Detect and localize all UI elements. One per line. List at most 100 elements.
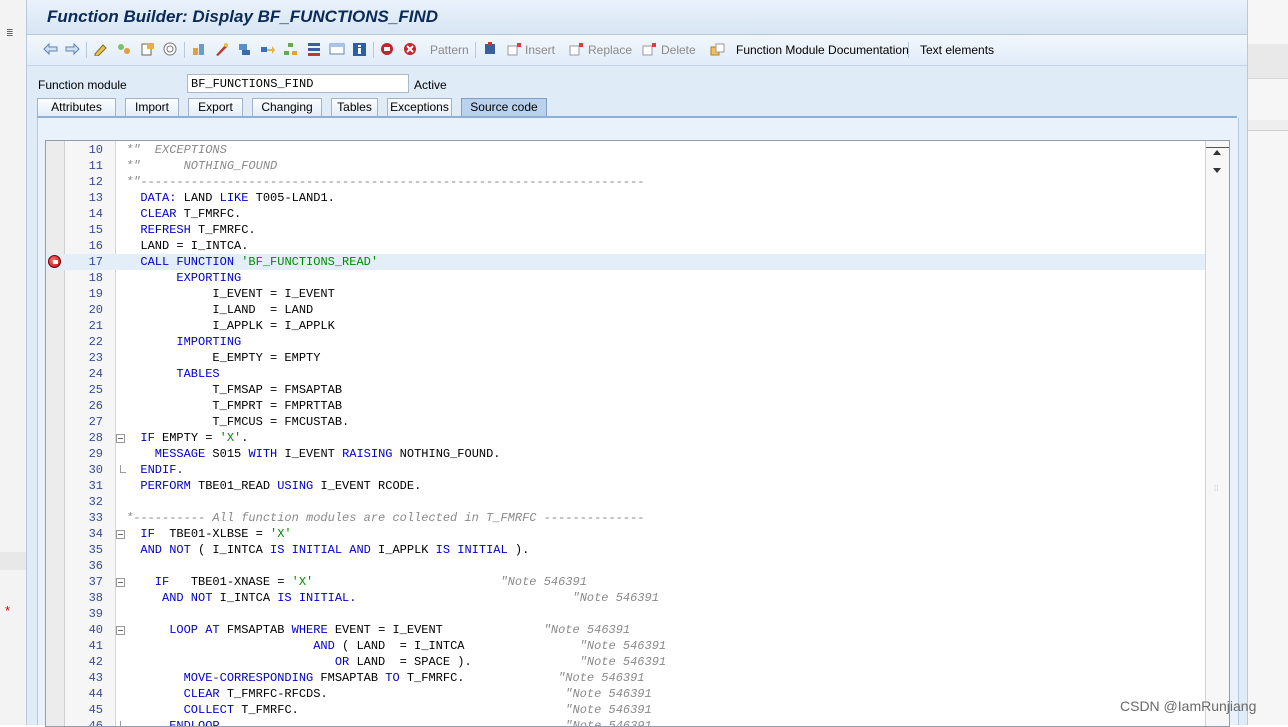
code-line[interactable]: 10 *" EXCEPTIONS — [46, 142, 1229, 158]
code-line[interactable]: 14 CLEAR T_FMRFC. — [46, 206, 1229, 222]
collapse-block-icon[interactable] — [116, 626, 125, 635]
code-line[interactable]: 20 I_LAND = LAND — [46, 302, 1229, 318]
forward-arrow-icon[interactable] — [64, 42, 80, 58]
abap-keyword: IS INITIAL. — [277, 591, 357, 605]
code-line[interactable]: 31 PERFORM TBE01_READ USING I_EVENT RCOD… — [46, 478, 1229, 494]
function-module-field[interactable]: BF_FUNCTIONS_FIND — [187, 74, 409, 93]
scroll-down-arrow-icon[interactable] — [1213, 168, 1221, 173]
source-text: I_LAND = LAND — [126, 302, 313, 318]
tab-export[interactable]: Export — [188, 98, 243, 116]
test-icon[interactable] — [237, 42, 253, 58]
abap-keyword: MOVE-CORRESPONDING — [126, 671, 314, 685]
code-line[interactable]: 29 MESSAGE S015 WITH I_EVENT RAISING NOT… — [46, 446, 1229, 462]
collapse-block-icon[interactable] — [116, 434, 125, 443]
code-line[interactable]: 37 IF TBE01-XNASE = 'X' "Note 546391 — [46, 574, 1229, 590]
code-line[interactable]: 27 T_FMCUS = FMCUSTAB. — [46, 414, 1229, 430]
code-line[interactable]: 22 IMPORTING — [46, 334, 1229, 350]
code-line[interactable]: 19 I_EVENT = I_EVENT — [46, 286, 1229, 302]
function-module-documentation-button[interactable]: Function Module Documentation — [736, 43, 909, 57]
insert-button[interactable]: Insert — [525, 43, 555, 57]
replace-button[interactable]: Replace — [588, 43, 632, 57]
code-line[interactable]: 13 DATA: LAND LIKE T005-LAND1. — [46, 190, 1229, 206]
abap-editor[interactable]: 10 *" EXCEPTIONS 11 *" NOTHING_FOUND 12 *"---… — [45, 140, 1230, 727]
line-number: 41 — [88, 639, 103, 653]
active-inactive-icon[interactable] — [140, 42, 156, 58]
code-line[interactable]: 24 TABLES — [46, 366, 1229, 382]
tab-source-code[interactable]: Source code — [461, 98, 547, 116]
delete-icon[interactable] — [642, 42, 658, 58]
enhance-icon[interactable] — [306, 42, 322, 58]
code-line[interactable]: 36 — [46, 558, 1229, 574]
test-sequence-icon[interactable] — [260, 42, 276, 58]
code-line[interactable]: 40 LOOP AT FMSAPTAB WHERE EVENT = I_EVEN… — [46, 622, 1229, 638]
display-object-list-icon[interactable] — [329, 42, 345, 58]
check-icon[interactable] — [191, 42, 207, 58]
code-line[interactable]: 43 MOVE-CORRESPONDING FMSAPTAB TO T_FMRF… — [46, 670, 1229, 686]
scrollbar-grip-icon[interactable]: ⁞⁞ — [1214, 484, 1218, 493]
tab-changing[interactable]: Changing — [252, 98, 322, 116]
line-number: 12 — [88, 175, 103, 189]
code-line[interactable]: 16 LAND = I_INTCA. — [46, 238, 1229, 254]
code-line[interactable]: 34 IF TBE01-XLBSE = 'X' — [46, 526, 1229, 542]
display-change-icon[interactable] — [93, 42, 109, 58]
replace-icon[interactable] — [569, 42, 585, 58]
tab-attributes[interactable]: Attributes — [37, 98, 116, 116]
code-line[interactable]: 17 CALL FUNCTION 'BF_FUNCTIONS_READ' — [46, 254, 1229, 270]
set-breakpoint-icon[interactable] — [380, 42, 396, 58]
code-line[interactable]: 21 I_APPLK = I_APPLK — [46, 318, 1229, 334]
code-line[interactable]: 23 E_EMPTY = EMPTY — [46, 350, 1229, 366]
vertical-scrollbar[interactable]: ⁞⁞ — [1205, 141, 1229, 726]
code-line[interactable]: 18 EXPORTING — [46, 270, 1229, 286]
line-number: 44 — [88, 687, 103, 701]
code-line[interactable]: 41 AND ( LAND = I_INTCA "Note 546391 — [46, 638, 1229, 654]
tab-tables[interactable]: Tables — [331, 98, 378, 116]
documentation-icon[interactable] — [710, 42, 726, 58]
code-line[interactable]: 15 REFRESH T_FMRFC. — [46, 222, 1229, 238]
where-used-icon[interactable] — [163, 42, 179, 58]
abap-text: LAND = SPACE ). — [349, 655, 580, 669]
pretty-printer-icon[interactable] — [483, 42, 499, 58]
code-line[interactable]: 30 ENDIF. — [46, 462, 1229, 478]
code-line[interactable]: 44 CLEAR T_FMRFC-RFCDS. "Note 546391 — [46, 686, 1229, 702]
delete-breakpoint-icon[interactable] — [403, 42, 419, 58]
line-number: 24 — [88, 367, 103, 381]
abap-comment: "Note 546391 — [565, 719, 652, 727]
text-elements-button[interactable]: Text elements — [920, 43, 994, 57]
back-arrow-icon[interactable] — [43, 42, 59, 58]
code-line[interactable]: 12 *"------------------------------------… — [46, 174, 1229, 190]
code-line[interactable]: 26 T_FMPRT = FMPRTTAB — [46, 398, 1229, 414]
code-line[interactable]: 32 — [46, 494, 1229, 510]
code-line[interactable]: 11 *" NOTHING_FOUND — [46, 158, 1229, 174]
code-line[interactable]: 38 AND NOT I_INTCA IS INITIAL. "Note 546… — [46, 590, 1229, 606]
abap-text: . — [241, 431, 249, 445]
code-line[interactable]: 25 T_FMSAP = FMSAPTAB — [46, 382, 1229, 398]
abap-keyword: AND NOT — [126, 591, 213, 605]
code-line[interactable]: 42 OR LAND = SPACE ). "Note 546391 — [46, 654, 1229, 670]
delete-button[interactable]: Delete — [661, 43, 696, 57]
code-line[interactable]: 33 *---------- All function modules are c… — [46, 510, 1229, 526]
pattern-button[interactable]: Pattern — [430, 43, 469, 57]
code-line[interactable]: 46 ENDLOOP. "Note 546391 — [46, 718, 1229, 727]
code-line[interactable]: 45 COLLECT T_FMRFC. "Note 546391 — [46, 702, 1229, 718]
abap-keyword: IS INITIAL AND — [270, 543, 371, 557]
code-line[interactable]: 35 AND NOT ( I_INTCA IS INITIAL AND I_AP… — [46, 542, 1229, 558]
where-used-list-icon[interactable] — [283, 42, 299, 58]
activate-icon[interactable] — [214, 42, 230, 58]
collapse-block-icon[interactable] — [116, 578, 125, 587]
tab-exceptions[interactable]: Exceptions — [387, 98, 452, 116]
info-icon[interactable] — [352, 42, 368, 58]
code-line[interactable]: 28 IF EMPTY = 'X'. — [46, 430, 1229, 446]
line-number: 21 — [88, 319, 103, 333]
insert-icon[interactable] — [507, 42, 523, 58]
line-number: 38 — [88, 591, 103, 605]
line-number: 35 — [88, 543, 103, 557]
abap-text: T_FMPRT = FMPRTTAB — [126, 399, 343, 413]
abap-comment: "Note 546391 — [500, 575, 587, 589]
tab-import[interactable]: Import — [125, 98, 179, 116]
scroll-up-arrow-icon[interactable] — [1213, 150, 1221, 155]
other-object-icon[interactable] — [116, 42, 132, 58]
code-line[interactable]: 39 — [46, 606, 1229, 622]
breakpoint-icon[interactable] — [48, 255, 61, 268]
abap-keyword: WHERE — [291, 623, 328, 637]
collapse-block-icon[interactable] — [116, 530, 125, 539]
